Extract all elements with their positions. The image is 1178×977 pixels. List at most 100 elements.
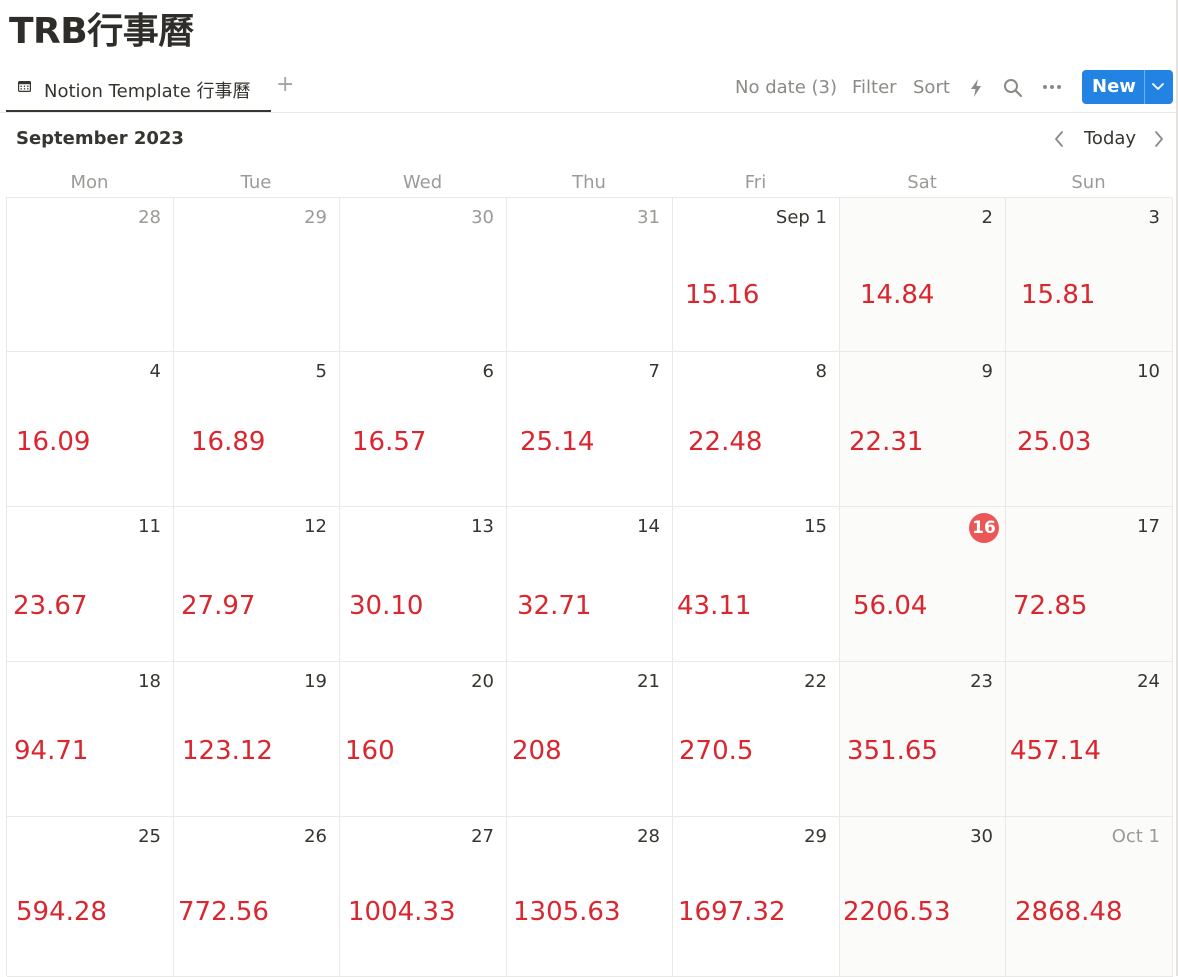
calendar-day-cell[interactable]: Sep 1 15.16	[673, 198, 840, 352]
page-title: TRB行事曆	[9, 11, 194, 52]
view-bar: Notion Template 行事曆 + No date (3) Filter…	[0, 64, 1176, 113]
calendar-day-cell[interactable]: 16 56.04	[840, 507, 1006, 662]
event-card[interactable]: 1697.32	[678, 897, 786, 927]
calendar-day-cell[interactable]: 3 15.81	[1006, 198, 1173, 352]
calendar-day-cell[interactable]: 30	[340, 198, 507, 352]
event-card[interactable]: 43.11	[677, 591, 751, 621]
month-label: September 2023	[16, 128, 184, 149]
event-card[interactable]: 30.10	[349, 591, 423, 621]
sort-button[interactable]: Sort	[913, 77, 950, 98]
calendar-day-cell[interactable]: 22 270.5	[673, 662, 840, 817]
day-number: 26	[304, 826, 327, 847]
calendar-day-cell[interactable]: 29	[174, 198, 340, 352]
event-card[interactable]: 208	[512, 736, 562, 766]
event-card[interactable]: 1305.63	[513, 897, 621, 927]
event-card[interactable]: 1004.33	[348, 897, 456, 927]
day-number: 28	[138, 207, 161, 228]
event-card[interactable]: 22.31	[849, 427, 923, 457]
event-card[interactable]: 27.97	[181, 591, 255, 621]
calendar-day-cell[interactable]: 18 94.71	[7, 662, 174, 817]
calendar-day-cell[interactable]: 17 72.85	[1006, 507, 1173, 662]
chevron-left-icon[interactable]	[1052, 130, 1066, 148]
calendar-day-cell[interactable]: 28	[7, 198, 174, 352]
event-card[interactable]: 25.03	[1017, 427, 1091, 457]
today-button[interactable]: Today	[1084, 128, 1136, 149]
event-card[interactable]: 56.04	[853, 591, 927, 621]
weekday-mon: Mon	[70, 172, 109, 193]
calendar-day-cell[interactable]: 8 22.48	[673, 352, 840, 507]
event-card[interactable]: 594.28	[16, 897, 107, 927]
event-card[interactable]: 123.12	[182, 736, 273, 766]
calendar-day-cell[interactable]: 25 594.28	[7, 817, 174, 977]
day-number: 11	[138, 516, 161, 537]
event-card[interactable]: 16.57	[352, 427, 426, 457]
day-number: 10	[1137, 361, 1160, 382]
calendar-day-cell[interactable]: 2 14.84	[840, 198, 1006, 352]
day-number: 19	[304, 671, 327, 692]
search-icon[interactable]	[1003, 78, 1023, 98]
calendar-day-cell[interactable]: 30 2206.53	[840, 817, 1006, 977]
calendar-day-cell[interactable]: 12 27.97	[174, 507, 340, 662]
event-card[interactable]: 25.14	[520, 427, 594, 457]
chevron-right-icon[interactable]	[1152, 130, 1166, 148]
calendar-day-cell[interactable]: 19 123.12	[174, 662, 340, 817]
event-card[interactable]: 22.48	[688, 427, 762, 457]
event-card[interactable]: 16.09	[16, 427, 90, 457]
new-button[interactable]: New	[1082, 70, 1173, 104]
day-number: 29	[804, 826, 827, 847]
day-number: 21	[637, 671, 660, 692]
event-card[interactable]: 23.67	[13, 591, 87, 621]
weekday-sat: Sat	[907, 172, 937, 193]
view-tab-calendar[interactable]: Notion Template 行事曆	[6, 64, 271, 112]
more-icon[interactable]	[1042, 84, 1062, 90]
weekday-thu: Thu	[572, 172, 606, 193]
calendar-day-cell[interactable]: 7 25.14	[507, 352, 673, 507]
calendar-day-cell[interactable]: 27 1004.33	[340, 817, 507, 977]
calendar-day-cell[interactable]: 20 160	[340, 662, 507, 817]
day-number: 7	[648, 361, 660, 382]
day-number: 14	[637, 516, 660, 537]
event-card[interactable]: 2868.48	[1015, 897, 1123, 927]
event-card[interactable]: 2206.53	[843, 897, 951, 927]
lightning-icon[interactable]	[969, 78, 983, 98]
calendar-day-cell[interactable]: 14 32.71	[507, 507, 673, 662]
event-card[interactable]: 94.71	[14, 736, 88, 766]
calendar-day-cell[interactable]: 28 1305.63	[507, 817, 673, 977]
event-card[interactable]: 14.84	[860, 280, 934, 310]
event-card[interactable]: 16.89	[191, 427, 265, 457]
chevron-down-icon[interactable]	[1151, 82, 1165, 92]
calendar-day-cell[interactable]: 29 1697.32	[673, 817, 840, 977]
day-number: 13	[471, 516, 494, 537]
event-card[interactable]: 457.14	[1010, 736, 1101, 766]
day-number: 23	[970, 671, 993, 692]
plus-icon[interactable]: +	[276, 74, 294, 96]
calendar-day-cell[interactable]: 13 30.10	[340, 507, 507, 662]
calendar-day-cell[interactable]: 4 16.09	[7, 352, 174, 507]
event-card[interactable]: 160	[345, 736, 395, 766]
day-number: 15	[804, 516, 827, 537]
day-number: 22	[804, 671, 827, 692]
event-card[interactable]: 15.81	[1021, 280, 1095, 310]
event-card[interactable]: 72.85	[1013, 591, 1087, 621]
calendar-day-cell[interactable]: 6 16.57	[340, 352, 507, 507]
day-number: 30	[970, 826, 993, 847]
calendar-day-cell[interactable]: 10 25.03	[1006, 352, 1173, 507]
event-card[interactable]: 772.56	[178, 897, 269, 927]
calendar-day-cell[interactable]: 11 23.67	[7, 507, 174, 662]
calendar-day-cell[interactable]: Oct 1 2868.48	[1006, 817, 1173, 977]
calendar-day-cell[interactable]: 9 22.31	[840, 352, 1006, 507]
event-card[interactable]: 270.5	[679, 736, 753, 766]
event-card[interactable]: 32.71	[517, 591, 591, 621]
event-card[interactable]: 351.65	[847, 736, 938, 766]
calendar-day-cell[interactable]: 5 16.89	[174, 352, 340, 507]
calendar-day-cell[interactable]: 26 772.56	[174, 817, 340, 977]
event-card[interactable]: 15.16	[685, 280, 759, 310]
calendar-day-cell[interactable]: 31	[507, 198, 673, 352]
no-date-button[interactable]: No date (3)	[735, 77, 837, 98]
calendar-day-cell[interactable]: 23 351.65	[840, 662, 1006, 817]
calendar-day-cell[interactable]: 21 208	[507, 662, 673, 817]
filter-button[interactable]: Filter	[852, 77, 897, 98]
weekday-tue: Tue	[240, 172, 272, 193]
calendar-day-cell[interactable]: 24 457.14	[1006, 662, 1173, 817]
calendar-day-cell[interactable]: 15 43.11	[673, 507, 840, 662]
